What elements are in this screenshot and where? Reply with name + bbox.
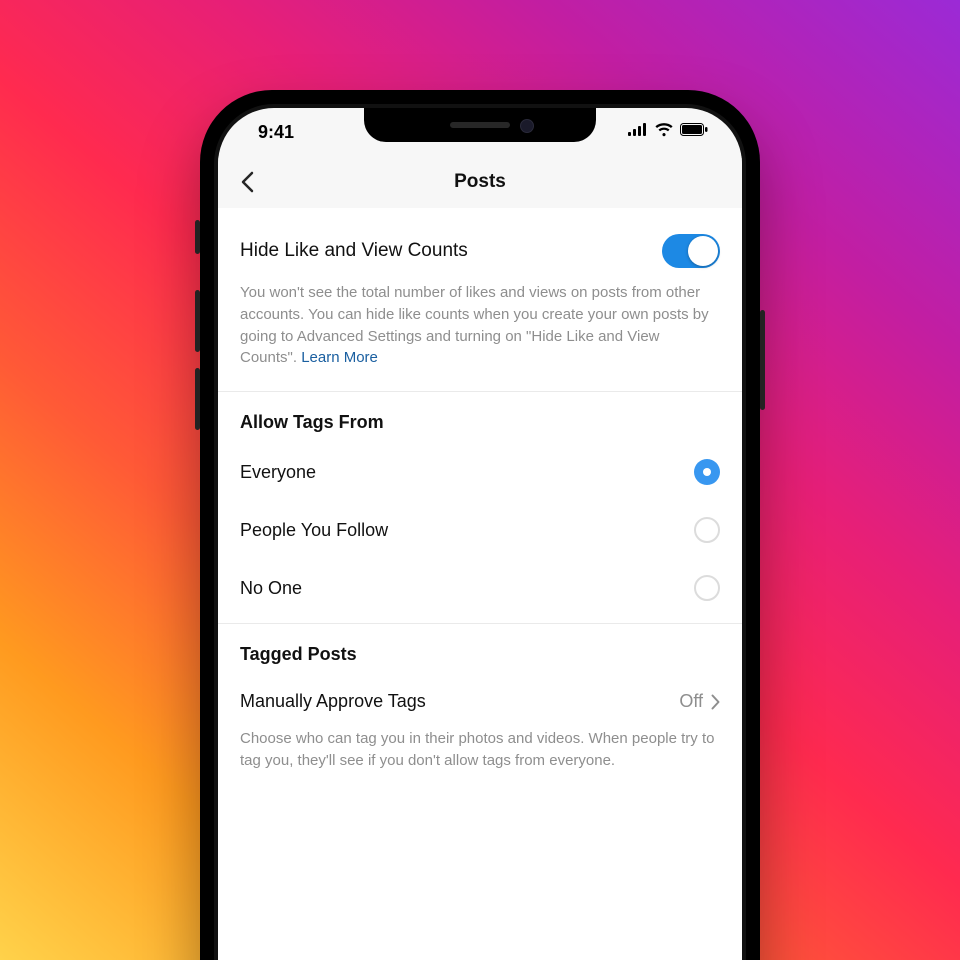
radio-unselected-icon: [694, 575, 720, 601]
gradient-background: 9:41: [0, 0, 960, 960]
learn-more-link[interactable]: Learn More: [301, 349, 378, 366]
manually-approve-label: Manually Approve Tags: [240, 691, 426, 712]
settings-content: Hide Like and View Counts You won't see …: [218, 208, 742, 960]
manually-approve-value-wrap: Off: [679, 691, 720, 712]
status-time: 9:41: [246, 122, 294, 143]
tagged-posts-description: Choose who can tag you in their photos a…: [218, 720, 742, 794]
battery-icon: [680, 123, 708, 141]
back-button[interactable]: [232, 167, 262, 197]
status-icons: [628, 123, 714, 142]
volume-up-button: [195, 290, 200, 352]
hide-counts-title: Hide Like and View Counts: [240, 240, 468, 262]
radio-unselected-icon: [694, 517, 720, 543]
chevron-right-icon: [711, 694, 720, 710]
phone-frame: 9:41: [200, 90, 760, 960]
option-label: Everyone: [240, 462, 316, 483]
hide-counts-toggle[interactable]: [662, 234, 720, 268]
nav-header: Posts: [218, 156, 742, 209]
allow-tags-option-no-one[interactable]: No One: [218, 559, 742, 623]
nav-title: Posts: [454, 171, 506, 193]
phone-screen: 9:41: [218, 108, 742, 960]
silence-switch: [195, 220, 200, 254]
allow-tags-option-people-you-follow[interactable]: People You Follow: [218, 501, 742, 559]
manually-approve-tags-row[interactable]: Manually Approve Tags Off: [218, 675, 742, 720]
wifi-icon: [654, 123, 674, 142]
chevron-left-icon: [240, 171, 254, 193]
hide-counts-description: You won't see the total number of likes …: [218, 278, 742, 391]
allow-tags-option-everyone[interactable]: Everyone: [218, 443, 742, 501]
volume-down-button: [195, 368, 200, 430]
manually-approve-value: Off: [679, 691, 703, 712]
option-label: People You Follow: [240, 520, 388, 541]
power-button: [760, 310, 765, 410]
radio-selected-icon: [694, 459, 720, 485]
speaker-grille: [450, 122, 510, 128]
front-camera: [520, 119, 534, 133]
phone-notch: [364, 108, 596, 142]
option-label: No One: [240, 578, 302, 599]
tagged-posts-heading: Tagged Posts: [218, 624, 742, 675]
cellular-icon: [628, 123, 648, 141]
allow-tags-heading: Allow Tags From: [218, 392, 742, 443]
hide-counts-row: Hide Like and View Counts: [218, 208, 742, 278]
